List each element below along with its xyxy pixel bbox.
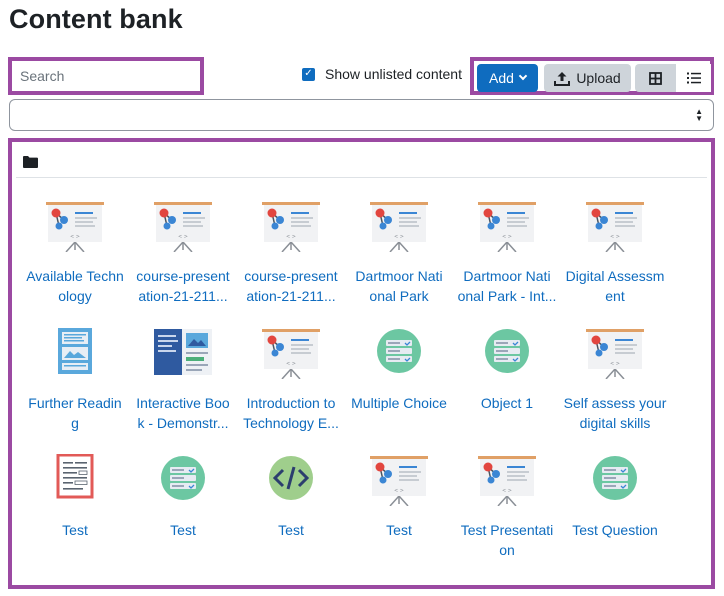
- content-item[interactable]: < > Available Techn ology: [21, 200, 129, 310]
- context-select[interactable]: ▲ ▼: [9, 99, 714, 131]
- chevron-down-icon: [518, 71, 528, 81]
- toolbar: Add Upload: [470, 57, 714, 95]
- content-bank-panel: < > Available Techn ology < > course-present…: [8, 138, 715, 589]
- content-item[interactable]: < > Dartmoor Nati onal Park - Int...: [453, 200, 561, 310]
- document-icon: [45, 453, 105, 506]
- question-icon: [477, 327, 537, 379]
- content-item-name[interactable]: Object 1: [453, 393, 561, 413]
- content-item[interactable]: Test Question: [561, 454, 669, 564]
- content-item-name[interactable]: Further Readin g: [21, 393, 129, 433]
- presentation-icon: < >: [261, 327, 321, 380]
- content-item-name[interactable]: Interactive Boo k - Demonstr...: [129, 393, 237, 433]
- presentation-icon: < >: [585, 327, 645, 380]
- page-title: Content bank: [9, 4, 183, 34]
- content-item-name[interactable]: Available Techn ology: [21, 266, 129, 306]
- content-item[interactable]: < > Self assess your digital skills: [561, 327, 669, 437]
- column-icon: [45, 327, 105, 379]
- content-item-name[interactable]: course-present ation-21-211...: [129, 266, 237, 306]
- content-item-name[interactable]: course-present ation-21-211...: [237, 266, 345, 306]
- content-item-name[interactable]: Introduction to Technology E...: [237, 393, 345, 433]
- search-box: [8, 57, 204, 95]
- show-unlisted-label: Show unlisted content: [325, 66, 462, 82]
- question-icon: [585, 454, 645, 506]
- interactive-book-icon: [153, 327, 213, 379]
- content-item[interactable]: < > course-present ation-21-211...: [129, 200, 237, 310]
- presentation-icon: < >: [477, 200, 537, 253]
- show-unlisted-toggle[interactable]: ✓ Show unlisted content: [302, 66, 462, 82]
- svg-text:< >: < >: [394, 234, 404, 240]
- content-item-name[interactable]: Dartmoor Nati onal Park - Int...: [453, 266, 561, 306]
- list-view-button[interactable]: [676, 64, 711, 92]
- content-item[interactable]: < > course-present ation-21-211...: [237, 200, 345, 310]
- select-arrows-icon: ▲ ▼: [695, 107, 703, 123]
- content-item-name[interactable]: Test Presentati on: [453, 520, 561, 560]
- content-item[interactable]: Test: [237, 454, 345, 564]
- svg-text:< >: < >: [286, 361, 296, 367]
- content-item-name[interactable]: Dartmoor Nati onal Park: [345, 266, 453, 306]
- content-item-name[interactable]: Test: [237, 520, 345, 540]
- content-item-name[interactable]: Test Question: [561, 520, 669, 540]
- presentation-icon: < >: [477, 454, 537, 507]
- upload-button[interactable]: Upload: [544, 64, 631, 92]
- grid-icon: [649, 71, 662, 85]
- content-item[interactable]: < > Digital Assessm ent: [561, 200, 669, 310]
- presentation-icon: < >: [45, 200, 105, 253]
- question-icon: [369, 327, 429, 379]
- content-item[interactable]: < > Introduction to Technology E...: [237, 327, 345, 437]
- search-input[interactable]: [14, 63, 198, 89]
- svg-text:< >: < >: [70, 234, 80, 240]
- content-item-name[interactable]: Test: [21, 520, 129, 540]
- presentation-icon: < >: [369, 454, 429, 507]
- folder-icon: [23, 156, 38, 168]
- breadcrumb: [16, 144, 707, 178]
- content-item[interactable]: < > Dartmoor Nati onal Park: [345, 200, 453, 310]
- content-item[interactable]: Object 1: [453, 327, 561, 437]
- content-item[interactable]: < > Test Presentati on: [453, 454, 561, 564]
- content-item[interactable]: Test: [21, 453, 129, 564]
- content-item[interactable]: Test: [129, 454, 237, 564]
- presentation-icon: < >: [369, 200, 429, 253]
- content-item[interactable]: < > Test: [345, 454, 453, 564]
- add-button-label: Add: [489, 70, 514, 86]
- code-icon: [261, 454, 321, 506]
- content-item-name[interactable]: Self assess your digital skills: [561, 393, 669, 433]
- svg-text:< >: < >: [610, 361, 620, 367]
- content-item-name[interactable]: Multiple Choice: [345, 393, 453, 413]
- svg-text:< >: < >: [502, 488, 512, 494]
- presentation-icon: < >: [261, 200, 321, 253]
- presentation-icon: < >: [585, 200, 645, 253]
- svg-text:< >: < >: [286, 234, 296, 240]
- add-button[interactable]: Add: [477, 64, 538, 92]
- upload-icon: [554, 71, 571, 86]
- presentation-icon: < >: [153, 200, 213, 253]
- content-item[interactable]: Multiple Choice: [345, 327, 453, 437]
- content-item[interactable]: Interactive Boo k - Demonstr...: [129, 327, 237, 437]
- svg-text:< >: < >: [502, 234, 512, 240]
- svg-text:< >: < >: [610, 234, 620, 240]
- upload-button-label: Upload: [576, 70, 621, 86]
- content-item-name[interactable]: Digital Assessm ent: [561, 266, 669, 306]
- content-item-name[interactable]: Test: [129, 520, 237, 540]
- svg-text:< >: < >: [394, 488, 404, 494]
- svg-text:< >: < >: [178, 234, 188, 240]
- list-icon: [686, 72, 701, 84]
- question-icon: [153, 454, 213, 506]
- show-unlisted-checkbox[interactable]: ✓: [302, 67, 315, 81]
- grid-view-button[interactable]: [635, 64, 676, 92]
- content-item[interactable]: Further Readin g: [21, 327, 129, 437]
- content-item-name[interactable]: Test: [345, 520, 453, 540]
